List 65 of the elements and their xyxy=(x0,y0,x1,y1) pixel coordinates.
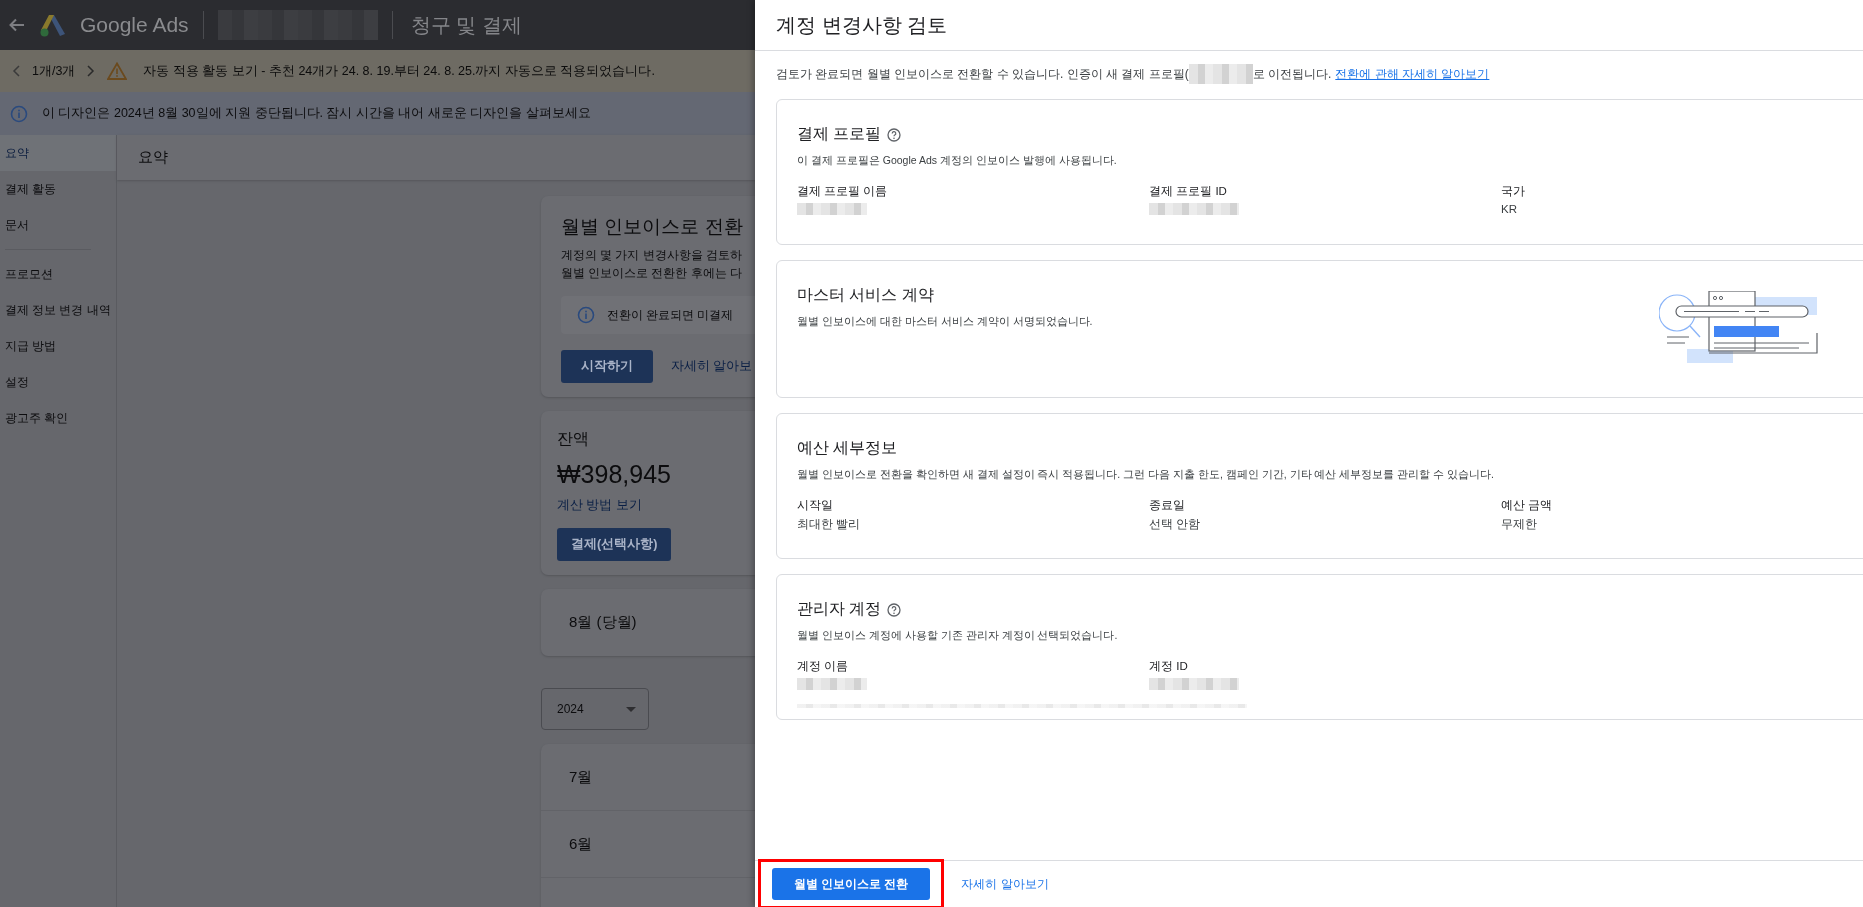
section-header: 요약 xyxy=(117,135,755,180)
redacted-block xyxy=(1188,64,1253,84)
learn-more-link[interactable]: 전환에 관해 자세히 알아보기 xyxy=(1335,65,1490,83)
section-title: 예산 세부정보 xyxy=(797,438,898,458)
info-message: 이 디자인은 2024년 8월 30일에 지원 중단됩니다. 잠시 시간을 내어 새로운 디자인을 살펴보세요 xyxy=(42,105,591,122)
field-value: KR xyxy=(1501,203,1518,215)
field-label: 시작일 xyxy=(797,498,834,513)
chevron-right-icon[interactable] xyxy=(87,65,96,77)
intro-text: 검토가 완료되면 월별 인보이스로 전환할 수 있습니다. 인증이 새 결제 프로필( xyxy=(776,65,1189,83)
sidebar-item[interactable]: 요약 xyxy=(0,135,116,171)
logo-icon xyxy=(40,13,66,37)
field-label: 결제 프로필 이름 xyxy=(797,184,889,199)
pager-text: 1개/3개 xyxy=(32,62,76,80)
pay-button[interactable]: 결제(선택사항) xyxy=(557,528,672,561)
card-title: 월별 인보이스로 전환 xyxy=(561,215,743,239)
redacted-block xyxy=(797,678,867,690)
field-label: 계정 이름 xyxy=(797,659,850,674)
back-arrow-icon[interactable] xyxy=(8,16,26,34)
convert-button[interactable]: 월별 인보이스로 전환 xyxy=(772,868,931,900)
section-title: 관리자 계정 xyxy=(797,599,882,619)
intro-text: 로 이전됩니다. xyxy=(1252,65,1332,83)
help-icon[interactable] xyxy=(887,127,902,142)
learn-more-link[interactable]: 자세히 알아보 xyxy=(671,358,753,375)
notice-message[interactable]: 자동 적용 활동 보기 - 추천 24개가 24. 8. 19.부터 24. 8. 25.까지 자동으로 적용되었습니다. xyxy=(143,62,655,80)
sidebar-item[interactable]: 문서 xyxy=(0,207,116,243)
help-icon[interactable] xyxy=(887,602,902,617)
section-description: 월별 인보이스로 전환을 확인하면 새 결제 설정이 즉시 적용됩니다. 그런 다음 지출 한도, 캠페인 기간, 기타 예산 세부정보를 관리할 수 있습니다. xyxy=(797,468,1495,482)
redacted-block xyxy=(797,203,867,215)
panel-title: 계정 변경사항 검토 xyxy=(755,0,1863,51)
sidebar-item[interactable]: 광고주 확인 xyxy=(0,400,116,436)
field-label: 예산 금액 xyxy=(1501,498,1554,513)
section-description: 이 결제 프로필은 Google Ads 계정의 인보이스 발행에 사용됩니다. xyxy=(797,154,1118,168)
product-name: Google Ads xyxy=(80,13,189,37)
warning-icon xyxy=(107,62,128,80)
sidebar-item[interactable]: 프로모션 xyxy=(0,256,116,292)
sidebar-item[interactable]: 설정 xyxy=(0,364,116,400)
info-icon xyxy=(577,306,595,324)
sidebar-item[interactable]: 결제 정보 변경 내역 xyxy=(0,292,116,328)
dropdown-caret-icon xyxy=(626,706,636,712)
field-label: 계정 ID xyxy=(1149,659,1189,674)
field-label: 국가 xyxy=(1501,184,1526,199)
card-text: 월별 인보이스로 전환한 후에는 다 xyxy=(561,266,742,281)
balance-label: 잔액 xyxy=(557,429,589,449)
section-description: 월별 인보이스에 대한 마스터 서비스 계약이 서명되었습니다. xyxy=(797,315,1094,329)
year-select[interactable]: 2024 xyxy=(541,688,649,730)
field-label: 종료일 xyxy=(1149,498,1186,513)
field-value: 선택 안함 xyxy=(1149,517,1202,532)
learn-more-link[interactable]: 자세히 알아보기 xyxy=(961,876,1049,892)
field-label: 결제 프로필 ID xyxy=(1149,184,1228,199)
start-button[interactable]: 시작하기 xyxy=(561,350,653,383)
field-value: 최대한 빨리 xyxy=(797,517,862,532)
field-value: 무제한 xyxy=(1501,517,1538,532)
chevron-left-icon[interactable] xyxy=(12,65,20,77)
month-label: 8월 (당월) xyxy=(569,613,637,632)
info-icon xyxy=(10,104,28,123)
sidebar-item[interactable]: 결제 활동 xyxy=(0,171,116,207)
balance-amount: ₩398,945 xyxy=(557,460,671,489)
calculation-link[interactable]: 계산 방법 보기 xyxy=(557,497,642,514)
section-title: 결제 프로필 xyxy=(797,124,882,144)
page-title: 청구 및 결제 xyxy=(410,12,522,38)
section-title: 마스터 서비스 계약 xyxy=(797,285,934,305)
card-text: 계정의 몇 가지 변경사항을 검토하 xyxy=(561,248,742,263)
section-description: 월별 인보이스 계정에 사용할 기존 관리자 계정이 선택되었습니다. xyxy=(797,629,1119,643)
sidebar-item[interactable]: 지급 방법 xyxy=(0,328,116,364)
info-text: 전환이 완료되면 미결제 xyxy=(607,307,734,323)
